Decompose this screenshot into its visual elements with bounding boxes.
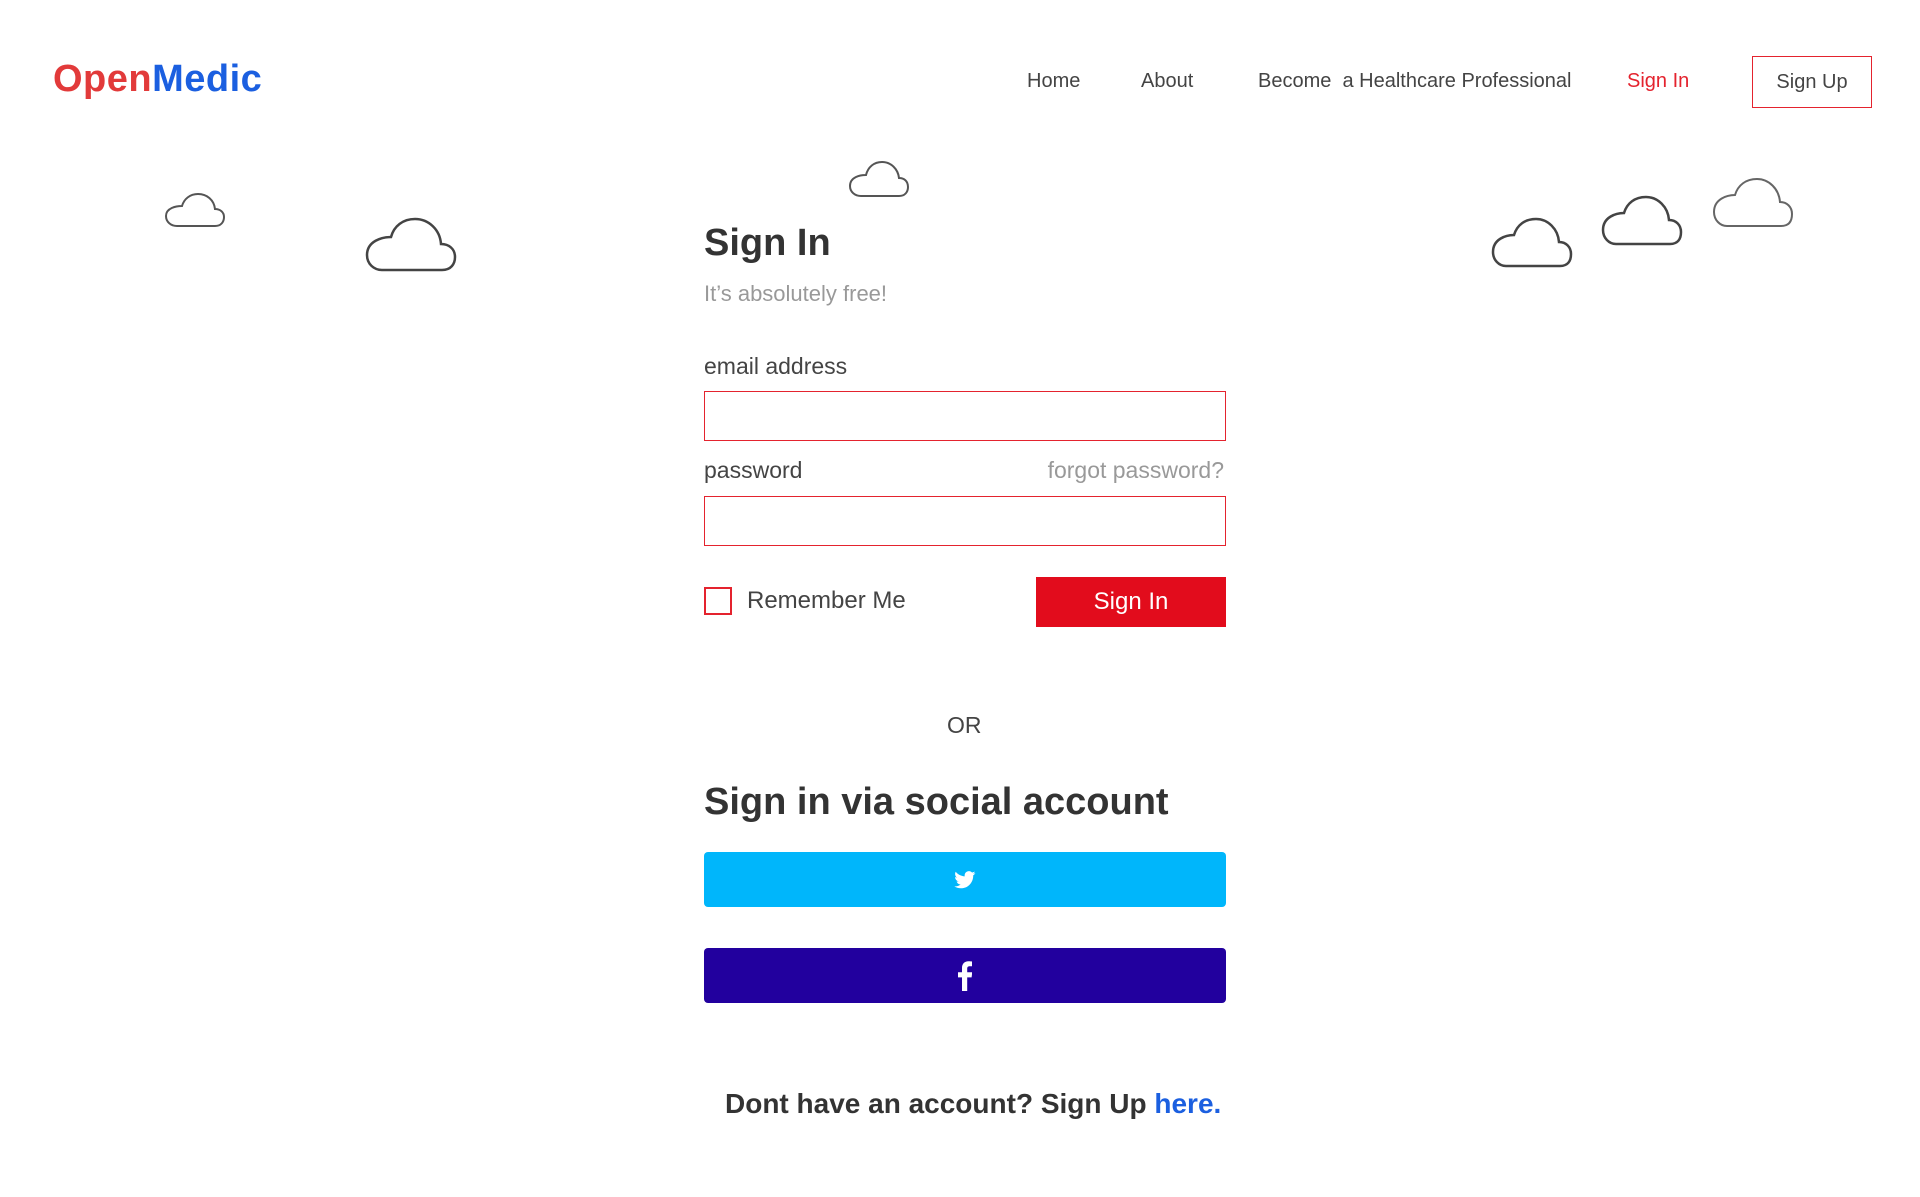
nav-become-professional-link[interactable]: Become a Healthcare Professional <box>1258 70 1572 93</box>
facebook-signin-button[interactable] <box>704 948 1226 1003</box>
signup-here-link[interactable]: here. <box>1154 1088 1221 1119</box>
logo-open-text: Open <box>53 58 153 100</box>
cloud-icon <box>365 217 457 272</box>
social-signin-title: Sign in via social account <box>704 781 1169 823</box>
forgot-password-link[interactable]: forgot password? <box>1048 457 1224 484</box>
logo-medic-text: Medic <box>152 58 263 100</box>
twitter-signin-button[interactable] <box>704 852 1226 907</box>
openmedic-logo[interactable]: OpenMedic <box>53 58 262 101</box>
signin-submit-button[interactable]: Sign In <box>1036 577 1226 627</box>
nav-signin-link[interactable]: Sign In <box>1627 70 1689 93</box>
nav-about-link[interactable]: About <box>1141 70 1193 93</box>
or-divider: OR <box>947 712 982 738</box>
password-field[interactable] <box>704 496 1226 546</box>
cloud-icon <box>848 160 910 197</box>
twitter-icon <box>954 870 976 888</box>
cloud-icon <box>164 192 226 227</box>
remember-me-checkbox[interactable] <box>704 587 732 615</box>
email-field[interactable] <box>704 391 1226 441</box>
page-title: Sign In <box>704 222 831 264</box>
password-label: password <box>704 457 803 483</box>
remember-me-label[interactable]: Remember Me <box>747 587 906 615</box>
facebook-icon <box>958 960 972 991</box>
nav-signup-button[interactable]: Sign Up <box>1752 56 1872 108</box>
cloud-icon <box>1491 217 1573 268</box>
signup-prompt: Dont have an account? Sign Up here. <box>725 1088 1221 1120</box>
cloud-icon <box>1712 177 1794 227</box>
cloud-icon <box>1601 195 1683 246</box>
email-label: email address <box>704 353 848 379</box>
nav-home-link[interactable]: Home <box>1027 70 1080 93</box>
signup-prompt-text: Dont have an account? Sign Up <box>725 1088 1155 1119</box>
page-subtitle: It’s absolutely free! <box>704 281 888 306</box>
